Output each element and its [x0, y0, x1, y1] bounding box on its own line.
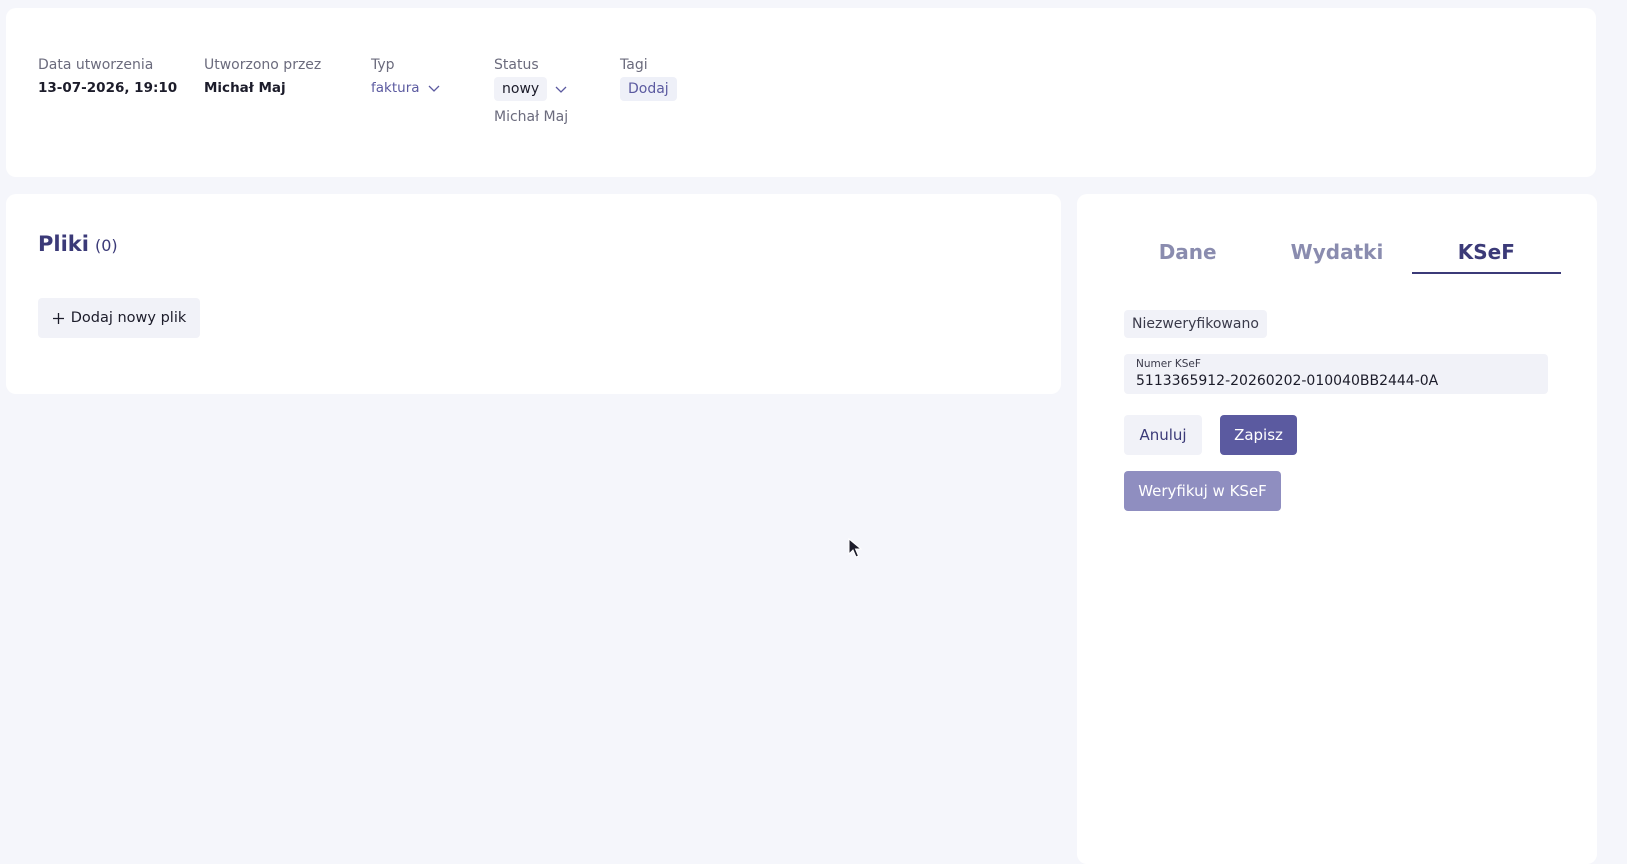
ksef-number-field[interactable]: Numer KSeF	[1124, 354, 1548, 394]
mouse-cursor-icon	[848, 538, 862, 558]
files-card: Pliki (0) Dodaj nowy plik	[6, 194, 1061, 394]
type-field: Typ faktura	[371, 56, 440, 97]
created-date-field: Data utworzenia 13-07-2026, 19:10	[38, 56, 177, 97]
status-field: Status nowy Michał Maj	[494, 56, 568, 125]
document-header-card: Data utworzenia 13-07-2026, 19:10 Utworz…	[6, 8, 1596, 177]
type-label: Typ	[371, 57, 395, 73]
created-by-label: Utworzono przez	[204, 57, 322, 73]
cancel-button[interactable]: Anuluj	[1124, 415, 1202, 455]
side-panel: Dane Wydatki KSeF Niezweryfikowano Numer…	[1077, 194, 1597, 864]
created-date-label: Data utworzenia	[38, 57, 154, 73]
chevron-down-icon	[428, 85, 439, 92]
tab-bar: Dane Wydatki KSeF	[1113, 238, 1562, 274]
verify-ksef-button[interactable]: Weryfikuj w KSeF	[1124, 471, 1281, 511]
tags-label: Tagi	[620, 57, 648, 73]
created-by-field: Utworzono przez Michał Maj	[204, 56, 321, 97]
ksef-number-input[interactable]	[1136, 372, 1536, 390]
add-file-button[interactable]: Dodaj nowy plik	[38, 298, 200, 338]
files-count: (0)	[94, 236, 118, 255]
plus-icon	[52, 312, 64, 324]
tab-wydatki[interactable]: Wydatki	[1262, 238, 1411, 270]
verification-status-badge: Niezweryfikowano	[1124, 310, 1267, 338]
ksef-number-label: Numer KSeF	[1136, 358, 1201, 370]
files-heading: Pliki (0)	[38, 232, 118, 256]
chevron-down-icon	[555, 86, 567, 93]
type-value: faktura	[371, 80, 420, 96]
tab-dane[interactable]: Dane	[1113, 238, 1262, 270]
add-tag-button[interactable]: Dodaj	[620, 77, 677, 101]
created-date-value: 13-07-2026, 19:10	[38, 80, 178, 96]
created-by-value: Michał Maj	[204, 80, 286, 96]
save-button[interactable]: Zapisz	[1220, 415, 1297, 455]
tab-ksef[interactable]: KSeF	[1411, 238, 1562, 274]
status-value: nowy	[494, 77, 548, 101]
status-label: Status	[494, 57, 539, 73]
status-assignee: Michał Maj	[494, 109, 569, 125]
tags-field: Tagi Dodaj	[620, 56, 677, 101]
type-dropdown[interactable]: faktura	[371, 79, 440, 97]
files-title: Pliki	[38, 232, 89, 256]
status-dropdown[interactable]: nowy	[494, 77, 567, 101]
add-file-label: Dodaj nowy plik	[70, 310, 187, 326]
